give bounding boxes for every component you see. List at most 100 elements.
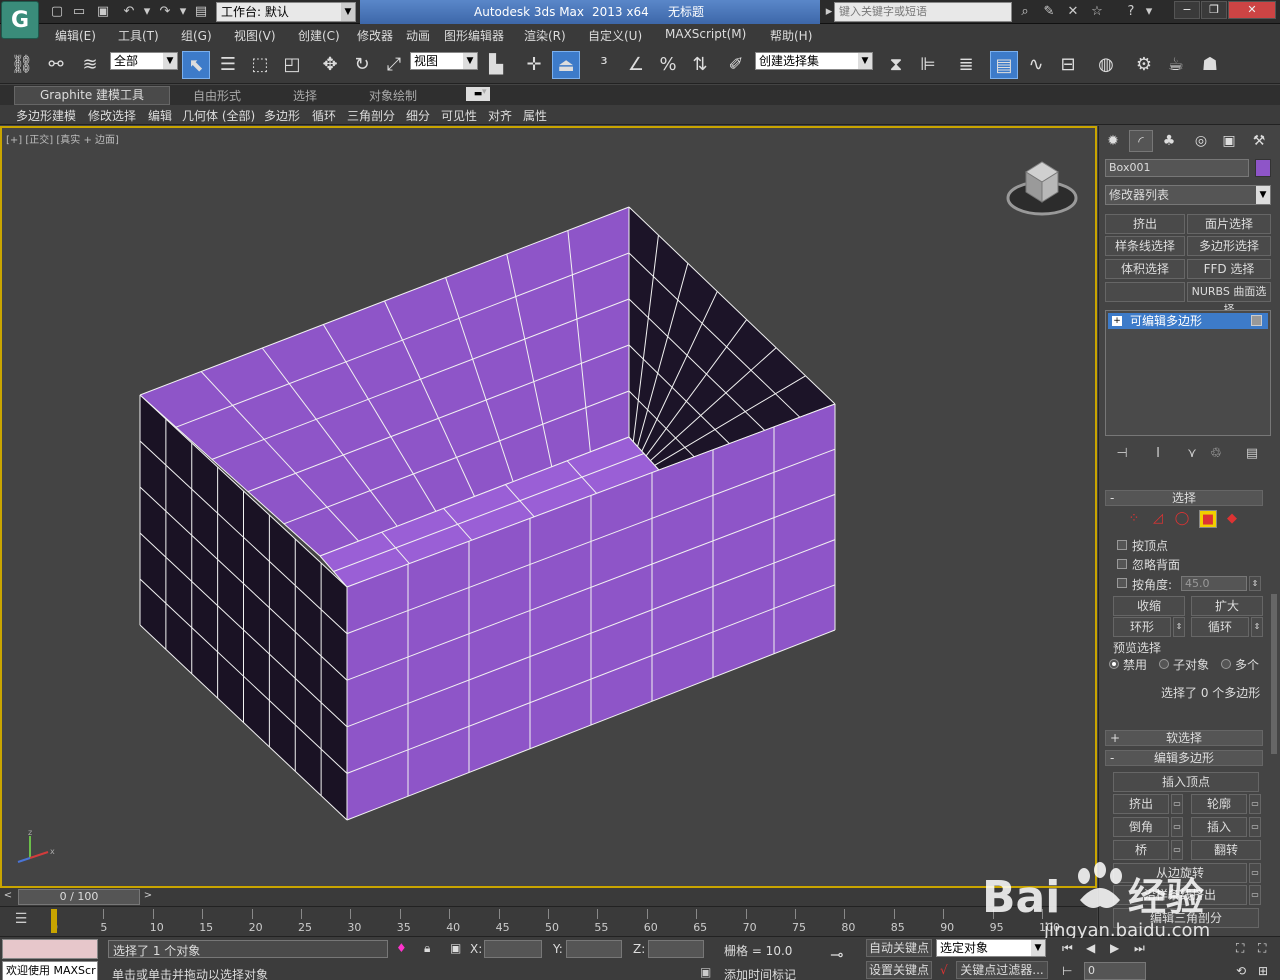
select-manipulate-icon[interactable]: ✛ [520,51,548,79]
menu-graph-editors[interactable]: 图形编辑器 [444,27,504,44]
vol-select-button[interactable]: 体积选择 [1105,259,1185,279]
remove-modifier-icon[interactable]: ♲ [1207,446,1225,462]
panel-properties[interactable]: 属性 [523,107,547,124]
viewport-view-label[interactable]: [正交] [25,135,53,146]
loop-button[interactable]: 循环 [1191,617,1249,637]
by-vertex-checkbox[interactable] [1117,540,1127,550]
key-mode-toggle-icon[interactable]: ⊢ [1062,964,1072,978]
extrude-settings-icon[interactable]: ▭ [1171,794,1183,814]
display-tab-icon[interactable]: ▣ [1217,130,1241,152]
menu-customize[interactable]: 自定义(U) [588,27,642,44]
ribbon-dropdown-icon[interactable]: ▾ [482,87,487,97]
zoom-all-icon[interactable]: ⛶ [1258,941,1266,956]
rect-selection-icon[interactable]: ⬚ [246,51,274,79]
layer-manager-icon[interactable]: ≣ [952,51,980,79]
play-icon[interactable]: ▶ [1110,941,1119,955]
app-logo-button[interactable]: G [1,1,39,39]
save-icon[interactable]: ▣ [94,3,112,21]
x-coordinate-input[interactable] [484,940,542,958]
help-dropdown-icon[interactable]: ▾ [1140,3,1158,21]
relative-mode-icon[interactable]: ▣ [450,941,461,955]
prev-key-icon[interactable]: ◀ [1086,941,1095,955]
by-angle-checkbox[interactable] [1117,578,1127,588]
mini-curve-editor-icon[interactable]: ☰ [10,911,32,931]
viewport-shading-label[interactable]: [真实 + 边面] [56,135,119,146]
material-editor-icon[interactable]: ◍ [1092,51,1120,79]
time-tag-icon[interactable]: ▣ [700,965,711,979]
selection-rollout-header[interactable]: - 选择 [1105,490,1263,506]
tab-object-paint[interactable]: 对象绘制 [369,87,417,104]
menu-animation[interactable]: 动画 [406,27,430,44]
align-icon[interactable]: ⊫ [914,51,942,79]
menu-modifiers[interactable]: 修改器 [357,27,393,44]
angle-snap-icon[interactable]: ∠ [622,51,650,79]
lock-selection-icon[interactable]: 🔒︎ [424,941,430,956]
ignore-backfacing-checkbox[interactable] [1117,559,1127,569]
menu-rendering[interactable]: 渲染(R) [524,27,566,44]
key-mode-select[interactable]: 选定对象 ▼ [936,939,1046,957]
modify-tab-icon[interactable]: ◜ [1129,130,1153,152]
undo-icon[interactable]: ↶ [120,3,138,21]
edit-named-selection-icon[interactable]: ✐ [722,51,750,79]
insert-vertex-button[interactable]: 插入顶点 [1113,772,1259,792]
percent-snap-icon[interactable]: % [654,51,682,79]
panel-polygons[interactable]: 多边形 [264,107,300,124]
rotate-icon[interactable]: ↻ [348,51,376,79]
maxscript-mini-listener[interactable]: 欢迎使用 MAXScr [2,961,98,980]
edge-mode-icon[interactable]: ◿ [1149,510,1167,528]
edit-polygons-rollout-header[interactable]: - 编辑多边形 [1105,750,1263,766]
panel-triangulation[interactable]: 三角剖分 [347,107,395,124]
add-time-tag-label[interactable]: 添加时间标记 [724,966,796,980]
tab-selection[interactable]: 选择 [293,87,317,104]
spline-select-button[interactable]: 样条线选择 [1105,236,1185,256]
graphite-toggle-icon[interactable]: ▤ [990,51,1018,79]
modifier-list-select[interactable]: 修改器列表 ▼ [1105,185,1271,205]
render-production-icon[interactable]: ☗ [1196,51,1224,79]
viewport-menu-label[interactable]: [+] [6,135,22,146]
redo-dropdown-icon[interactable]: ▾ [174,3,192,21]
close-button[interactable]: ✕ [1228,1,1276,19]
isolate-icon[interactable]: ♦ [396,941,407,955]
project-folder-icon[interactable]: ▤ [192,3,210,21]
stack-item-editable-poly[interactable]: + 可编辑多边形 [1108,313,1268,329]
window-crossing-icon[interactable]: ◰ [278,51,306,79]
rendered-frame-window-icon[interactable]: ☕ [1162,51,1190,79]
named-selection-select[interactable]: 创建选择集 ▼ [755,52,873,70]
ring-spinner[interactable]: ⇕ [1173,617,1185,637]
show-end-result-icon[interactable]: Ⅰ [1149,446,1167,462]
schematic-view-icon[interactable]: ⊟ [1054,51,1082,79]
current-frame-input[interactable]: 0 [1084,962,1146,980]
menu-help[interactable]: 帮助(H) [770,27,812,44]
perspective-viewport[interactable]: [+] [正交] [真实 + 边面] z x [0,126,1097,888]
menu-create[interactable]: 创建(C) [298,27,340,44]
favorites-icon[interactable]: ☆ [1088,3,1106,21]
maximize-viewport-icon[interactable]: ⊞ [1258,964,1268,978]
motion-tab-icon[interactable]: ◎ [1189,130,1213,152]
poly-select-button[interactable]: 多边形选择 [1187,236,1271,256]
menu-tools[interactable]: 工具(T) [118,27,159,44]
keyboard-shortcut-override-icon[interactable]: ⏏ [552,51,580,79]
move-icon[interactable]: ✥ [316,51,344,79]
preview-multi-radio[interactable] [1221,659,1231,669]
next-key-icon[interactable]: ⏭ [1134,941,1145,956]
panel-edit[interactable]: 编辑 [148,107,172,124]
angle-spinner[interactable]: ⇕ [1249,576,1261,591]
unlink-icon[interactable]: ⚯ [42,51,70,79]
menu-maxscript[interactable]: MAXScript(M) [665,27,746,41]
prev-frame-icon[interactable]: < [2,890,14,904]
polygon-mode-icon[interactable]: ■ [1199,510,1217,528]
grow-button[interactable]: 扩大 [1191,596,1263,616]
panel-subdivision[interactable]: 细分 [406,107,430,124]
redo-icon[interactable]: ↷ [156,3,174,21]
loop-spinner[interactable]: ⇕ [1251,617,1263,637]
snaps-toggle-icon[interactable]: ³ [590,51,618,79]
create-tab-icon[interactable]: ✹ [1101,130,1125,152]
expand-icon[interactable]: + [1112,316,1122,326]
zoom-extents-icon[interactable]: ⛶ [1236,941,1244,956]
viewport-label[interactable]: [+] [正交] [真实 + 边面] [6,131,119,146]
undo-dropdown-icon[interactable]: ▾ [138,3,156,21]
configure-modifier-sets-icon[interactable]: ▤ [1243,446,1261,462]
mirror-icon[interactable]: ⧗ [882,51,910,79]
pin-stack-icon[interactable]: ⊣ [1113,446,1131,462]
shrink-button[interactable]: 收缩 [1113,596,1185,616]
